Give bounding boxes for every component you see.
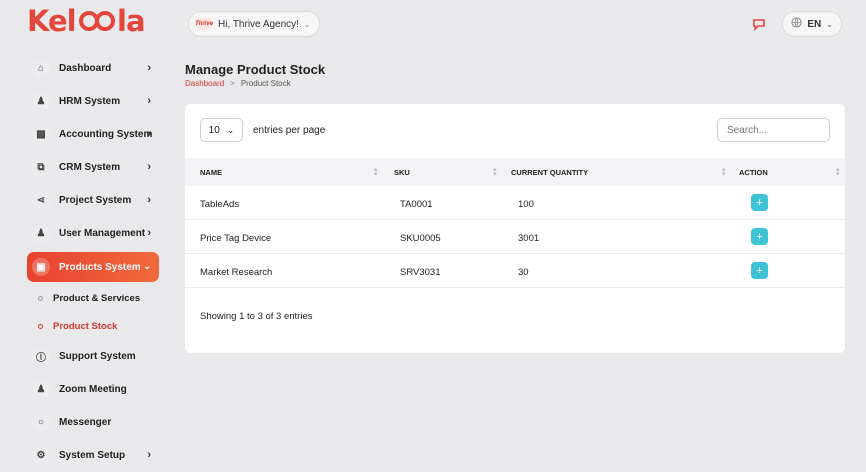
cell-quantity: 3001 (518, 233, 540, 244)
greeting-text: Hi, Thrive Agency! (218, 18, 299, 30)
chevron-right-icon: › (147, 449, 151, 461)
sidebar-item-crm[interactable]: ⧉ CRM System › (27, 151, 159, 184)
svg-text:Kel: Kel (27, 6, 76, 36)
chevron-right-icon: › (147, 227, 151, 239)
cell-name: Market Research (200, 267, 273, 278)
chevron-down-icon: ⌄ (226, 124, 235, 135)
users-icon: ♟ (32, 224, 50, 243)
brand-badge: Thrive (195, 18, 213, 30)
column-header-action: ACTION (739, 168, 768, 177)
gear-icon: ⚙ (32, 446, 50, 465)
chevron-right-icon: › (147, 128, 151, 140)
column-header-quantity[interactable]: CURRENT QUANTITY (511, 168, 588, 177)
breadcrumb-dashboard-link[interactable]: Dashboard (185, 79, 224, 88)
chevron-right-icon: › (147, 194, 151, 206)
bullet-icon (38, 295, 43, 301)
layers-icon: ⧉ (32, 158, 50, 177)
share-icon: ⋖ (32, 191, 50, 210)
app-logo[interactable]: Kel la (27, 4, 158, 44)
sidebar: ⌂ Dashboard › ♟ HRM System › ▩ Accounting Sys… (27, 52, 159, 472)
box-icon: ▩ (32, 125, 50, 144)
cart-icon: ▣ (32, 258, 50, 276)
user-video-icon: ♟ (32, 380, 50, 399)
sidebar-item-hrm[interactable]: ♟ HRM System › (27, 85, 159, 118)
sidebar-item-project[interactable]: ⋖ Project System › (27, 184, 159, 217)
home-icon: ⌂ (32, 59, 50, 78)
sidebar-item-zoom[interactable]: ♟ Zoom Meeting (27, 373, 159, 406)
sidebar-subitem-product-services[interactable]: Product & Services (27, 284, 159, 312)
sort-icon[interactable]: ▴ ▾ (722, 166, 726, 178)
chevron-right-icon: › (147, 62, 151, 74)
page-title: Manage Product Stock (185, 62, 326, 77)
headset-icon: ⓛ (32, 347, 50, 366)
page-size-select[interactable]: 10 ⌄ (200, 118, 243, 142)
breadcrumb-separator: > (230, 79, 235, 88)
sidebar-item-products[interactable]: ▣ Products System ⌄ (27, 252, 159, 282)
chevron-down-icon: ⌄ (826, 19, 833, 29)
column-header-name[interactable]: NAME (200, 168, 222, 177)
cell-sku: TA0001 (400, 199, 433, 210)
chat-notification-icon[interactable] (748, 13, 770, 35)
table-footer-info: Showing 1 to 3 of 3 entries (200, 311, 313, 322)
add-stock-button[interactable]: + (751, 262, 768, 279)
chevron-right-icon: › (147, 161, 151, 173)
sort-icon[interactable]: ▴ ▾ (836, 166, 840, 178)
table-row: TableAds TA0001 100 + (185, 186, 845, 220)
sidebar-item-user-management[interactable]: ♟ User Management › (27, 217, 159, 250)
chevron-right-icon: › (147, 95, 151, 107)
globe-icon (791, 17, 802, 31)
chat-icon: ○ (32, 413, 50, 432)
sidebar-item-accounting[interactable]: ▩ Accounting System › (27, 118, 159, 151)
language-selector[interactable]: EN ⌄ (782, 11, 842, 37)
sidebar-item-support[interactable]: ⓛ Support System (27, 340, 159, 373)
chevron-down-icon: ⌄ (143, 261, 151, 271)
table-header: NAME ▴ ▾ SKU ▴ ▾ CURRENT QUANTITY ▴ ▾ ACTIO… (185, 158, 845, 186)
user-icon: ♟ (32, 92, 50, 111)
cell-name: TableAds (200, 199, 240, 210)
sidebar-subitem-product-stock[interactable]: Product Stock (27, 312, 159, 340)
cell-sku: SRV3031 (400, 267, 441, 278)
workspace-selector[interactable]: Thrive Hi, Thrive Agency! ⌄ (188, 11, 320, 37)
top-bar: Kel la Thrive Hi, Thrive Agency! ⌄ EN ⌄ (0, 0, 866, 48)
bullet-icon (38, 323, 43, 329)
cell-quantity: 30 (518, 267, 529, 278)
sort-icon[interactable]: ▴ ▾ (493, 166, 497, 178)
add-stock-button[interactable]: + (751, 228, 768, 245)
breadcrumb-current: Product Stock (240, 79, 291, 88)
cell-quantity: 100 (518, 199, 534, 210)
sidebar-item-messenger[interactable]: ○ Messenger (27, 406, 159, 439)
search-input[interactable] (717, 118, 830, 142)
breadcrumb: Dashboard > Product Stock (185, 79, 291, 88)
add-stock-button[interactable]: + (751, 194, 768, 211)
sort-icon[interactable]: ▴ ▾ (374, 166, 378, 178)
sidebar-item-dashboard[interactable]: ⌂ Dashboard › (27, 52, 159, 85)
table-row: Market Research SRV3031 30 + (185, 254, 845, 288)
cell-sku: SKU0005 (400, 233, 441, 244)
entries-per-page-label: entries per page (253, 125, 326, 136)
svg-text:la: la (117, 6, 145, 36)
chevron-down-icon: ⌄ (303, 19, 311, 29)
table-row: Price Tag Device SKU0005 3001 + (185, 220, 845, 254)
product-stock-card: 10⌄ entries per page NAME ▴▾ SKU ▴▾ CURR… (185, 104, 845, 353)
cell-name: Price Tag Device (200, 233, 272, 244)
language-label: EN (807, 18, 822, 30)
column-header-sku[interactable]: SKU (394, 168, 410, 177)
sidebar-item-system-setup[interactable]: ⚙ System Setup › (27, 439, 159, 472)
